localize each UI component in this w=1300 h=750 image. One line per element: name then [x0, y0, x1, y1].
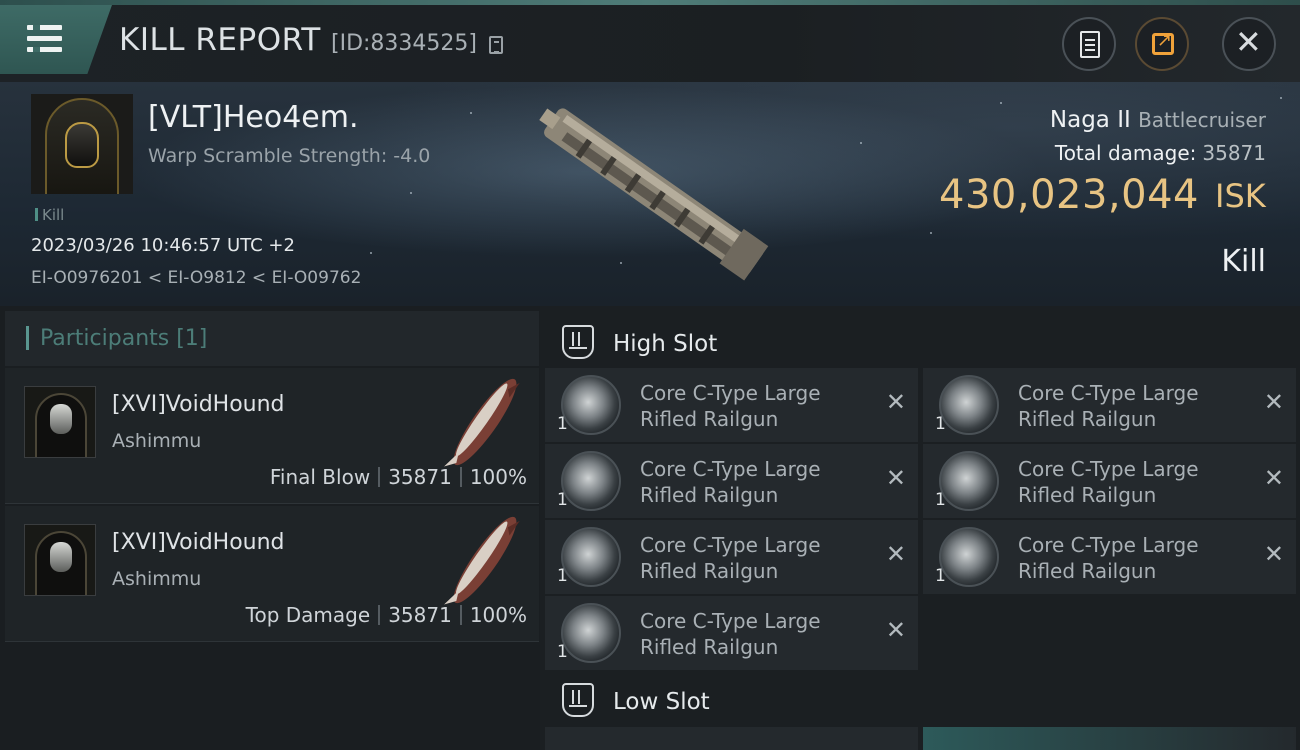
- railgun-icon: [939, 451, 999, 511]
- railgun-icon: [561, 375, 621, 435]
- page-title: KILL REPORT: [119, 22, 321, 58]
- report-button[interactable]: [1062, 17, 1116, 71]
- module-quantity: 1: [935, 566, 946, 586]
- module-quantity: 1: [557, 490, 568, 510]
- railgun-icon: [561, 603, 621, 663]
- high-slot-icon: [562, 325, 594, 359]
- module-name: Core C-Type Large Rifled Railgun: [1018, 533, 1199, 583]
- low-slot-icon: [562, 683, 594, 717]
- destroyed-icon: ✕: [885, 540, 906, 568]
- module-name: Core C-Type Large Rifled Railgun: [1018, 457, 1199, 507]
- participant-damage: 35871: [388, 603, 452, 627]
- total-damage-value: 35871: [1202, 141, 1266, 165]
- isk-value: 430,023,044: [939, 172, 1199, 218]
- participant-ship-image: [444, 378, 520, 467]
- module-quantity: 1: [557, 642, 568, 662]
- participant-ship: Ashimmu: [112, 568, 202, 590]
- participant-row[interactable]: [XVI]VoidHound Ashimmu Final Blow 35871 10…: [5, 368, 539, 504]
- module-card[interactable]: 1 Core C-Type Large Rifled Railgun ✕: [545, 368, 918, 442]
- victim-name[interactable]: [VLT]Heo4em.: [148, 100, 359, 135]
- module-card[interactable]: 1 Core C-Type Large Rifled Railgun ✕: [545, 444, 918, 518]
- report-id: [ID:8334525]: [331, 31, 477, 56]
- ship-class: Battlecruiser: [1138, 108, 1266, 132]
- destroyed-icon: ✕: [885, 464, 906, 492]
- share-icon: [1152, 30, 1174, 55]
- kill-tag: Kill: [35, 206, 64, 224]
- victim-ship-image: [539, 108, 769, 281]
- participant-ship-image: [444, 516, 520, 605]
- participants-title: Participants [1]: [40, 326, 208, 351]
- victim-avatar[interactable]: [31, 94, 133, 194]
- module-name: Core C-Type Large Rifled Railgun: [1018, 381, 1199, 431]
- module-name: Core C-Type Large Rifled Railgun: [640, 609, 821, 659]
- total-damage-label: Total damage:: [1054, 141, 1197, 165]
- participant-percent: 100%: [469, 603, 527, 627]
- clipboard-icon: [1080, 31, 1100, 58]
- module-quantity: 1: [935, 414, 946, 434]
- participant-ship: Ashimmu: [112, 430, 202, 452]
- participant-stats: Final Blow 35871 100%: [270, 465, 527, 489]
- destroyed-icon: ✕: [885, 388, 906, 416]
- railgun-icon: [561, 451, 621, 511]
- low-slot-header: Low Slot: [546, 670, 1298, 728]
- module-card[interactable]: 1 Core C-Type Large Rifled Railgun ✕: [545, 520, 918, 594]
- avatar: [24, 386, 96, 458]
- destroyed-icon: ✕: [1263, 388, 1284, 416]
- isk-unit: ISK: [1215, 177, 1266, 215]
- destroyed-icon: ✕: [1263, 540, 1284, 568]
- destroyed-icon: ✕: [885, 616, 906, 644]
- participant-name: [XVI]VoidHound: [112, 530, 285, 555]
- kill-datetime: 2023/03/26 10:46:57 UTC +2: [31, 235, 295, 256]
- participant-name: [XVI]VoidHound: [112, 392, 285, 417]
- railgun-icon: [939, 375, 999, 435]
- participant-damage: 35871: [388, 465, 452, 489]
- high-slot-title: High Slot: [613, 331, 718, 357]
- module-quantity: 1: [935, 490, 946, 510]
- close-icon: ✕: [1235, 23, 1262, 61]
- result-label: Kill: [1221, 244, 1266, 279]
- avatar: [24, 524, 96, 596]
- module-card[interactable]: 1 Core C-Type Large Rifled Railgun ✕: [923, 520, 1296, 594]
- module-name: Core C-Type Large Rifled Railgun: [640, 533, 821, 583]
- participant-percent: 100%: [469, 465, 527, 489]
- module-card[interactable]: 1 Core C-Type Large Rifled Railgun ✕: [923, 444, 1296, 518]
- copy-icon[interactable]: [489, 36, 503, 54]
- module-name: Core C-Type Large Rifled Railgun: [640, 457, 821, 507]
- module-card[interactable]: 1 Core C-Type Large Rifled Railgun ✕: [923, 368, 1296, 442]
- total-damage: Total damage: 35871: [1055, 141, 1266, 165]
- victim-ship-name: Naga II Battlecruiser: [1050, 107, 1266, 133]
- high-slot-header: High Slot: [546, 312, 1298, 370]
- railgun-icon: [939, 527, 999, 587]
- share-button[interactable]: [1135, 17, 1189, 71]
- participant-row[interactable]: [XVI]VoidHound Ashimmu Top Damage 35871 10…: [5, 506, 539, 642]
- location-path: EI-O0976201 < EI-O9812 < EI-O09762: [31, 268, 362, 288]
- railgun-icon: [561, 527, 621, 587]
- close-button[interactable]: ✕: [1222, 17, 1276, 71]
- module-name: Core C-Type Large Rifled Railgun: [640, 381, 821, 431]
- module-card[interactable]: 1 Core C-Type Large Rifled Railgun ✕: [545, 596, 918, 670]
- module-card[interactable]: [923, 727, 1296, 750]
- participant-stats: Top Damage 35871 100%: [246, 603, 527, 627]
- module-quantity: 1: [557, 566, 568, 586]
- module-card[interactable]: [545, 727, 918, 750]
- participant-role: Top Damage: [245, 603, 371, 627]
- ship-type[interactable]: Naga II: [1050, 107, 1131, 133]
- module-quantity: 1: [557, 414, 568, 434]
- participant-role: Final Blow: [269, 465, 371, 489]
- warp-scramble-strength: Warp Scramble Strength: -4.0: [148, 145, 431, 167]
- low-slot-title: Low Slot: [613, 689, 710, 715]
- destroyed-icon: ✕: [1263, 464, 1284, 492]
